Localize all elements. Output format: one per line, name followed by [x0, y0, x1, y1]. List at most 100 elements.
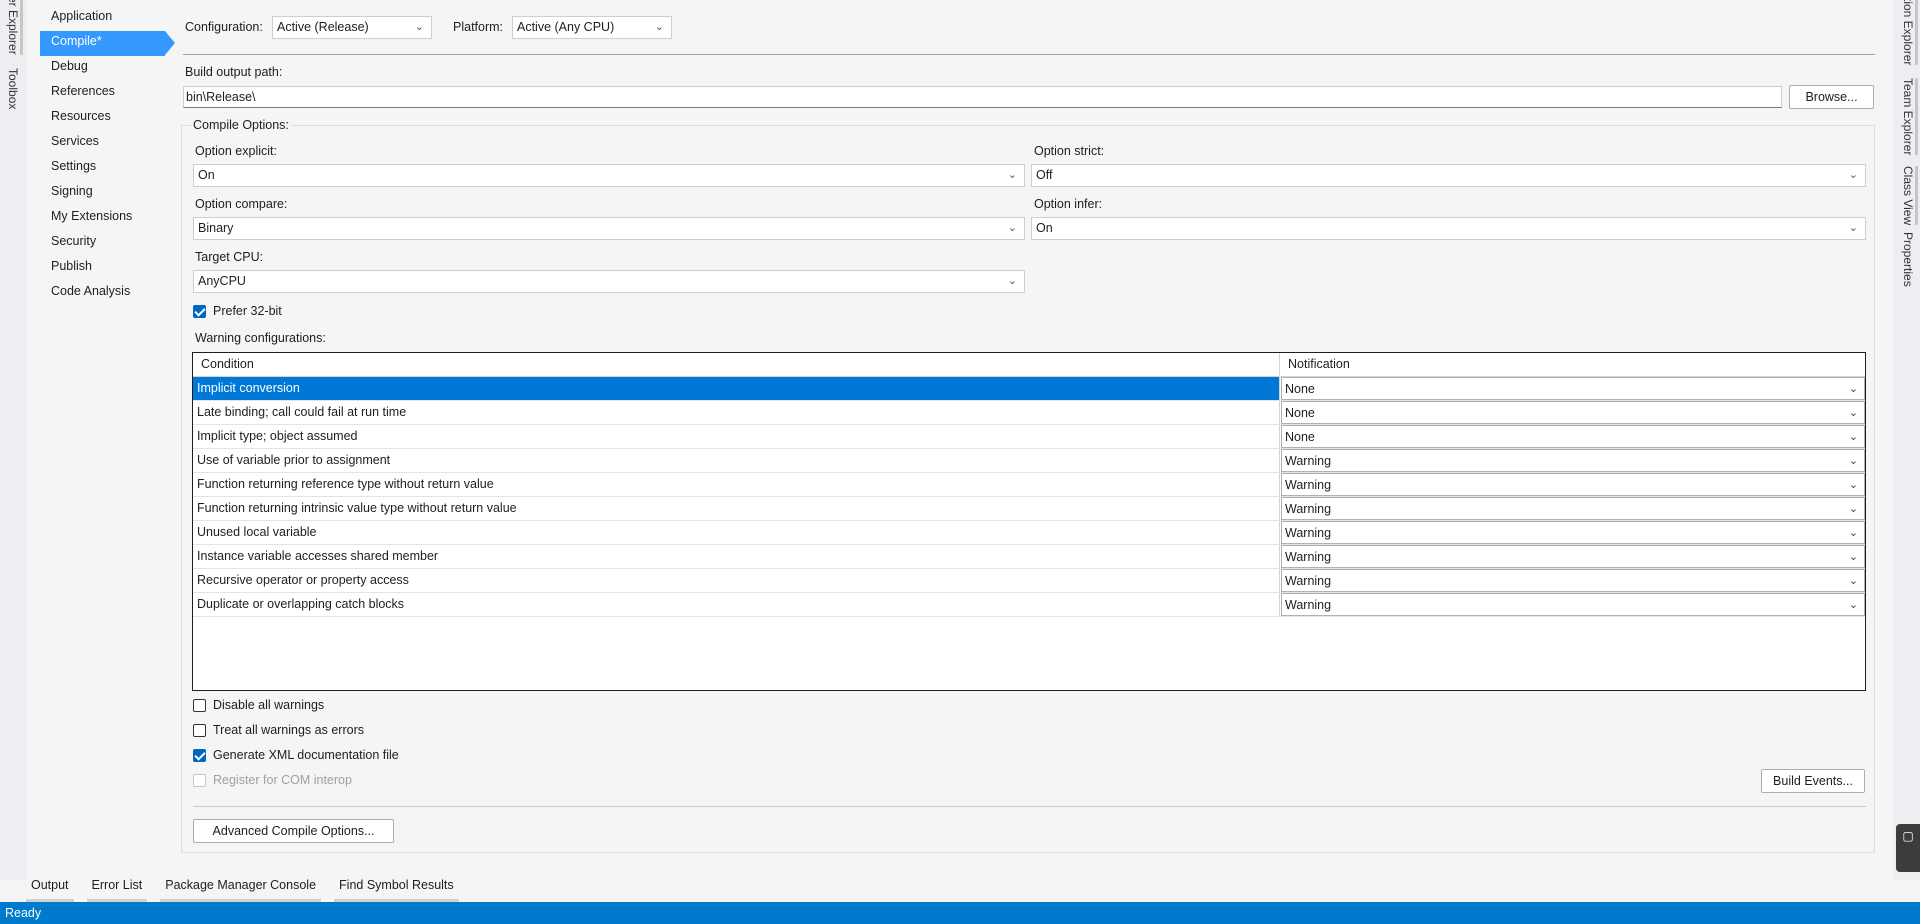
condition-cell: Late binding; call could fail at run tim…	[193, 401, 1280, 424]
disable-all-warnings-checkbox[interactable]: Disable all warnings	[193, 698, 324, 712]
condition-cell: Unused local variable	[193, 521, 1280, 544]
table-row[interactable]: Late binding; call could fail at run tim…	[193, 401, 1865, 425]
disable-all-warnings-label: Disable all warnings	[213, 698, 325, 712]
package-manager-console-tab[interactable]: Package Manager Console	[160, 876, 321, 902]
register-com-interop-label: Register for COM interop	[213, 773, 352, 787]
table-row[interactable]: Duplicate or overlapping catch blocks Wa…	[193, 593, 1865, 617]
option-infer-label: Option infer:	[1034, 197, 1103, 211]
notification-select[interactable]: Warning ⌄	[1281, 497, 1865, 520]
option-strict-label: Option strict:	[1034, 144, 1105, 158]
condition-cell: Recursive operator or property access	[193, 569, 1280, 592]
notification-value: Warning	[1285, 598, 1332, 612]
notification-select[interactable]: Warning ⌄	[1281, 521, 1865, 544]
generate-xml-doc-checkbox[interactable]: Generate XML documentation file	[193, 748, 399, 762]
chevron-down-icon: ⌄	[1848, 551, 1858, 563]
nav-item-references[interactable]: References	[40, 81, 165, 106]
notification-select[interactable]: Warning ⌄	[1281, 545, 1865, 568]
chevron-down-icon: ⌄	[1848, 527, 1858, 539]
option-explicit-select[interactable]: On ⌄	[193, 164, 1025, 187]
nav-item-application[interactable]: Application	[40, 6, 165, 31]
table-row[interactable]: Implicit type; object assumed None ⌄	[193, 425, 1865, 449]
chevron-down-icon: ⌄	[1007, 275, 1017, 287]
table-row[interactable]: Function returning reference type withou…	[193, 473, 1865, 497]
treat-warnings-as-errors-checkbox[interactable]: Treat all warnings as errors	[193, 723, 364, 737]
option-strict-value: Off	[1036, 168, 1053, 182]
divider	[183, 54, 1875, 55]
chevron-down-icon: ⌄	[1848, 503, 1858, 515]
target-cpu-label: Target CPU:	[195, 250, 264, 264]
condition-cell: Use of variable prior to assignment	[193, 449, 1280, 472]
solution-explorer-tab[interactable]: tion Explorer	[1901, 0, 1918, 66]
chevron-down-icon: ⌄	[1848, 455, 1858, 467]
error-list-tab[interactable]: Error List	[86, 876, 148, 902]
warning-configurations-grid: Condition Notification Implicit conversi…	[192, 352, 1866, 691]
warning-configurations-title: Warning configurations:	[195, 331, 326, 345]
notification-select[interactable]: Warning ⌄	[1281, 593, 1865, 616]
find-symbol-results-tab[interactable]: Find Symbol Results	[334, 876, 459, 902]
class-view-tab[interactable]: Class View	[1901, 166, 1918, 226]
nav-item-services[interactable]: Services	[40, 131, 165, 156]
notification-select[interactable]: None ⌄	[1281, 425, 1865, 448]
table-row[interactable]: Function returning intrinsic value type …	[193, 497, 1865, 521]
nav-item-security[interactable]: Security	[40, 231, 165, 256]
nav-item-debug[interactable]: Debug	[40, 56, 165, 81]
option-infer-select[interactable]: On ⌄	[1031, 217, 1866, 240]
chevron-down-icon: ⌄	[1848, 407, 1858, 419]
condition-cell: Function returning reference type withou…	[193, 473, 1280, 496]
notification-select[interactable]: None ⌄	[1281, 377, 1865, 400]
status-bar: Ready	[0, 902, 1920, 924]
notification-column-header[interactable]: Notification	[1280, 353, 1865, 376]
platform-value: Active (Any CPU)	[517, 20, 615, 34]
condition-column-header[interactable]: Condition	[193, 353, 1280, 376]
treat-warnings-as-errors-label: Treat all warnings as errors	[213, 723, 364, 737]
condition-cell: Implicit type; object assumed	[193, 425, 1280, 448]
chevron-down-icon: ⌄	[1848, 599, 1858, 611]
configuration-label: Configuration:	[185, 20, 263, 34]
condition-cell: Function returning intrinsic value type …	[193, 497, 1280, 520]
target-cpu-select[interactable]: AnyCPU ⌄	[193, 270, 1025, 293]
chevron-down-icon: ⌄	[1848, 431, 1858, 443]
output-tab[interactable]: Output	[26, 876, 74, 902]
checkbox-unchecked-icon	[193, 723, 206, 737]
register-com-interop-checkbox: Register for COM interop	[193, 773, 352, 787]
notification-value: None	[1285, 430, 1315, 444]
notification-value: None	[1285, 382, 1315, 396]
left-tool-rail: er Explorer Toolbox	[0, 0, 26, 880]
properties-tab[interactable]: Properties	[1901, 232, 1915, 287]
table-row[interactable]: Recursive operator or property access Wa…	[193, 569, 1865, 593]
table-row[interactable]: Implicit conversion None ⌄	[193, 377, 1865, 401]
table-row[interactable]: Instance variable accesses shared member…	[193, 545, 1865, 569]
prefer-32-bit-checkbox[interactable]: Prefer 32-bit	[193, 304, 282, 318]
configuration-select[interactable]: Active (Release) ⌄	[272, 16, 432, 39]
configuration-value: Active (Release)	[277, 20, 369, 34]
nav-item-signing[interactable]: Signing	[40, 181, 165, 206]
build-output-label: Build output path:	[185, 65, 283, 79]
team-explorer-tab[interactable]: Team Explorer	[1901, 78, 1918, 156]
nav-item-settings[interactable]: Settings	[40, 156, 165, 181]
nav-item-resources[interactable]: Resources	[40, 106, 165, 131]
nav-item-compile[interactable]: Compile*	[40, 31, 175, 56]
table-row[interactable]: Use of variable prior to assignment Warn…	[193, 449, 1865, 473]
notification-select[interactable]: Warning ⌄	[1281, 569, 1865, 592]
notification-value: Warning	[1285, 574, 1332, 588]
notification-select[interactable]: Warning ⌄	[1281, 473, 1865, 496]
server-explorer-tab[interactable]: er Explorer	[6, 0, 23, 55]
build-output-path-input[interactable]: bin\Release\	[183, 86, 1782, 108]
nav-item-publish[interactable]: Publish	[40, 256, 165, 281]
platform-label: Platform:	[453, 20, 504, 34]
notification-select[interactable]: Warning ⌄	[1281, 449, 1865, 472]
notification-select[interactable]: None ⌄	[1281, 401, 1865, 424]
option-strict-select[interactable]: Off ⌄	[1031, 164, 1866, 187]
nav-item-code-analysis[interactable]: Code Analysis	[40, 281, 165, 306]
toolbox-tab[interactable]: Toolbox	[6, 68, 20, 109]
advanced-compile-options-button[interactable]: Advanced Compile Options...	[193, 819, 394, 843]
feedback-button[interactable]: ▢	[1896, 824, 1920, 872]
option-compare-select[interactable]: Binary ⌄	[193, 217, 1025, 240]
condition-cell: Implicit conversion	[193, 377, 1280, 400]
table-row[interactable]: Unused local variable Warning ⌄	[193, 521, 1865, 545]
browse-button[interactable]: Browse...	[1789, 85, 1874, 109]
build-events-button[interactable]: Build Events...	[1761, 769, 1865, 793]
platform-select[interactable]: Active (Any CPU) ⌄	[512, 16, 672, 39]
nav-item-my-extensions[interactable]: My Extensions	[40, 206, 165, 231]
chevron-down-icon: ⌄	[414, 21, 424, 33]
